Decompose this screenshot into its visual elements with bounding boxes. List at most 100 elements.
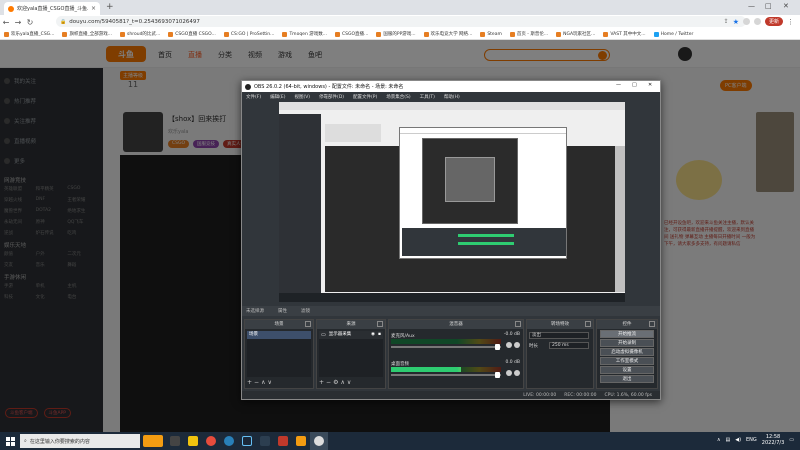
menu-icon[interactable]: ⋮ — [787, 18, 794, 26]
bookmark-item[interactable]: Tmoqen 游戏数... — [282, 31, 327, 37]
clock[interactable]: 12:58 2022/7/3 — [762, 434, 784, 446]
obs-preview[interactable] — [279, 102, 625, 302]
obs-maximize-icon[interactable]: □ — [632, 82, 637, 88]
bookmark-item[interactable]: NGA玩家社区... — [556, 31, 595, 37]
move-down-icon[interactable]: ∨ — [267, 379, 273, 386]
back-icon[interactable]: ← — [0, 18, 12, 27]
scene-item[interactable]: 场景 — [247, 331, 311, 339]
undock-icon[interactable] — [305, 321, 311, 327]
lock-source-icon[interactable]: ▪ — [378, 331, 381, 339]
minimize-icon[interactable]: — — [748, 2, 755, 10]
bookmark-item[interactable]: 旗帜直播_全部游戏... — [62, 31, 112, 37]
start-recording-button[interactable]: 开始录制 — [600, 339, 654, 347]
notifications-icon[interactable]: ▭ — [789, 437, 794, 443]
add-scene-icon[interactable]: + — [247, 379, 254, 386]
bookmark-item[interactable]: VAST 其中中文... — [603, 31, 646, 37]
bookmark-star-icon[interactable]: ★ — [733, 18, 739, 26]
browser-tab[interactable]: 欢迎yala直播_CSGO直播_斗鱼... × — [4, 2, 100, 15]
bookmark-item[interactable]: 欢乐电竞大学 网络... — [423, 31, 472, 37]
taskbar-app-chrome[interactable] — [202, 432, 220, 450]
taskbar-search-input[interactable]: ⌕ 在这里输入你要搜索的内容 — [20, 434, 140, 448]
taskbar-app-app[interactable] — [256, 432, 274, 450]
remove-source-icon[interactable]: − — [326, 379, 333, 386]
twitter-icon — [653, 31, 659, 37]
network-icon[interactable]: ▤ — [725, 437, 730, 443]
move-down-icon[interactable]: ∨ — [347, 379, 353, 386]
menu-profile[interactable]: 配置文件(P) — [353, 94, 377, 100]
update-button[interactable]: 更新 — [764, 17, 783, 26]
profile-icon[interactable] — [753, 18, 761, 25]
share-icon[interactable]: ⇪ — [724, 18, 729, 25]
bookmark-item[interactable]: CSGO直播... — [335, 31, 368, 37]
channel-settings-icon[interactable] — [514, 342, 520, 348]
channel-settings-icon[interactable] — [514, 370, 520, 376]
undock-icon[interactable] — [377, 321, 383, 327]
bookmark-item[interactable]: Home / Twitter — [653, 31, 693, 37]
bookmark-item[interactable]: CSGO直播 CSGO... — [168, 31, 216, 37]
settings-button[interactable]: 设置 — [600, 366, 654, 374]
speaker-icon[interactable] — [506, 370, 512, 376]
taskbar-app-task-view[interactable] — [166, 432, 184, 450]
volume-slider[interactable] — [391, 346, 501, 348]
exit-button[interactable]: 退出 — [600, 375, 654, 383]
windows-start-icon[interactable] — [0, 436, 20, 446]
bookmark-item[interactable]: shroud的比武... — [120, 31, 160, 37]
studio-mode-button[interactable]: 工作室模式 — [600, 357, 654, 365]
taskbar-app-explorer[interactable] — [184, 432, 202, 450]
source-item[interactable]: ▭ 显示器采集 ◉ ▪ — [319, 331, 383, 339]
input-language[interactable]: ENG — [746, 437, 757, 443]
transition-select[interactable]: 淡出 — [529, 332, 589, 339]
close-window-icon[interactable]: ✕ — [783, 2, 789, 10]
menu-help[interactable]: 帮助(H) — [444, 94, 460, 100]
menu-scene-collection[interactable]: 场景集合(S) — [386, 94, 410, 100]
volume-slider[interactable] — [391, 374, 501, 376]
maximize-icon[interactable]: □ — [765, 2, 772, 10]
close-tab-icon[interactable]: × — [91, 5, 96, 12]
obs-titlebar[interactable]: OBS 26.0.2 (64-bit, windows) - 配置文件: 未命名… — [242, 81, 660, 92]
volume-slider-handle[interactable] — [495, 372, 500, 378]
properties-button[interactable]: 属性 — [278, 308, 287, 314]
duration-input[interactable]: 250 ms — [549, 342, 589, 349]
menu-view[interactable]: 视图(V) — [294, 94, 310, 100]
taskbar-app-game[interactable] — [140, 432, 166, 450]
bookmark-item[interactable]: Steam — [480, 31, 502, 37]
undock-icon[interactable] — [515, 321, 521, 327]
preview-capture — [279, 102, 625, 302]
menu-tools[interactable]: 工具(T) — [420, 94, 435, 100]
bookmark-item[interactable]: 欢乐yala直播_CSG... — [4, 31, 54, 37]
new-tab-icon[interactable]: + — [106, 2, 114, 13]
remove-scene-icon[interactable]: − — [254, 379, 261, 386]
menu-edit[interactable]: 编辑(E) — [270, 94, 285, 100]
sources-list[interactable]: ▭ 显示器采集 ◉ ▪ — [319, 331, 383, 377]
bookmark-item[interactable]: 国服的PP游戏... — [376, 31, 416, 37]
reload-icon[interactable]: ↻ — [24, 18, 36, 27]
obs-close-icon[interactable]: ✕ — [648, 82, 652, 88]
volume-icon[interactable]: ◀) — [735, 437, 741, 443]
forward-icon[interactable]: → — [12, 18, 24, 27]
menu-file[interactable]: 文件(F) — [246, 94, 261, 100]
undock-icon[interactable] — [585, 321, 591, 327]
filters-button[interactable]: 滤镜 — [301, 308, 310, 314]
add-source-icon[interactable]: + — [319, 379, 326, 386]
bookmark-item[interactable]: 首页 - 斯普伦... — [509, 31, 548, 37]
taskbar-app-obs[interactable] — [310, 432, 328, 450]
visibility-eye-icon[interactable]: ◉ — [371, 331, 375, 339]
taskbar-search-placeholder: 在这里输入你要搜索的内容 — [29, 438, 90, 445]
volume-slider-handle[interactable] — [495, 344, 500, 350]
start-streaming-button[interactable]: 开始推流 — [600, 330, 654, 338]
address-bar[interactable]: 🔒 douyu.com/5940581?_t=0.254369307102649… — [56, 16, 746, 27]
taskbar-app-edge[interactable] — [220, 432, 238, 450]
bookmark-item[interactable]: CS:GO | ProSettin... — [223, 31, 274, 37]
obs-minimize-icon[interactable]: — — [616, 82, 621, 88]
scenes-list[interactable]: 场景 — [247, 331, 311, 377]
taskbar-app-red[interactable] — [274, 432, 292, 450]
undock-icon[interactable] — [649, 321, 655, 327]
taskbar-app-yellow[interactable] — [292, 432, 310, 450]
virtual-camera-button[interactable]: 启动虚拟摄像机 — [600, 348, 654, 356]
speaker-icon[interactable] — [506, 342, 512, 348]
taskbar-app-steam[interactable] — [238, 432, 256, 450]
tray-up-icon[interactable]: ∧ — [717, 437, 721, 443]
extension-icon[interactable] — [742, 18, 750, 25]
mixer-channel-mic: 麦克风/Aux -0.0 dB — [391, 332, 521, 356]
menu-docks[interactable]: 停靠部件(D) — [319, 94, 344, 100]
